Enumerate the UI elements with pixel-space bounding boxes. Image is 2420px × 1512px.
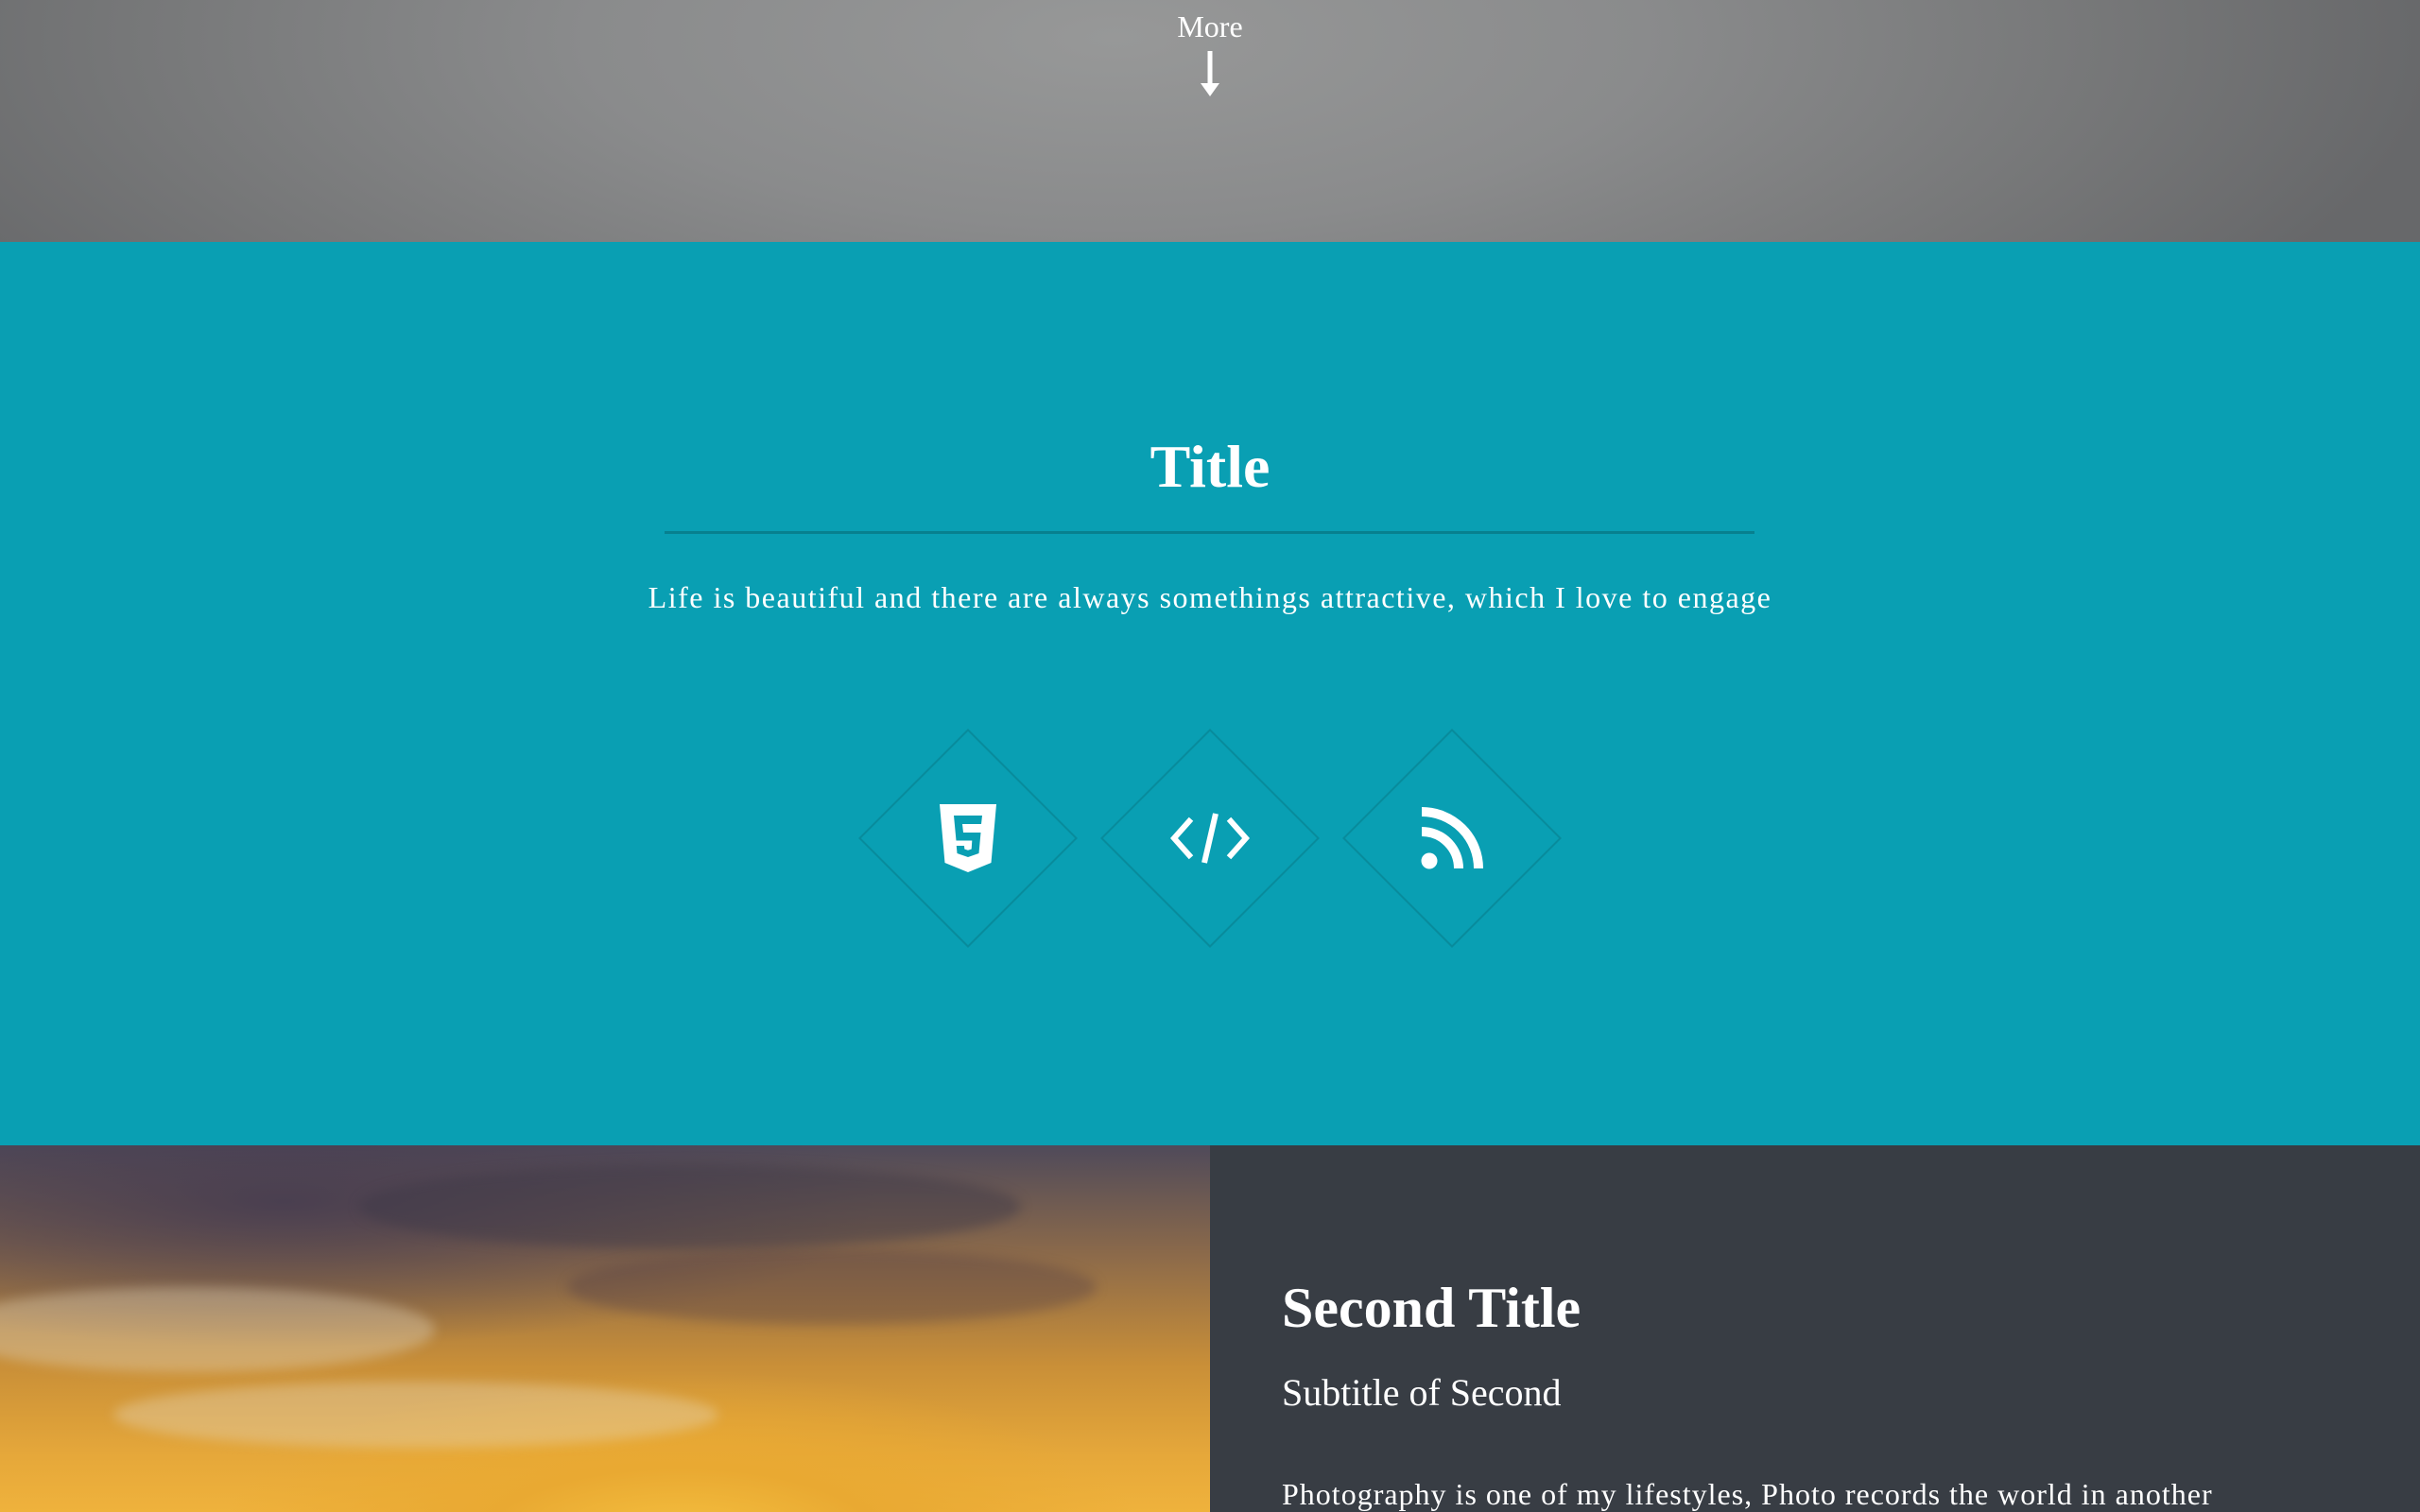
cloud-shape: [0, 1287, 435, 1372]
intro-section: Title Life is beautiful and there are al…: [0, 242, 2420, 1145]
more-link[interactable]: More: [1115, 6, 1305, 110]
rss-icon: [1421, 807, 1483, 869]
code-icon: [1170, 813, 1250, 864]
intro-title: Title: [1150, 433, 1270, 500]
code-feature[interactable]: [1100, 729, 1320, 948]
spotlight-subtitle: Subtitle of Second: [1282, 1371, 1562, 1414]
rss-feature[interactable]: [1342, 729, 1562, 948]
intro-divider: [665, 531, 1754, 534]
cloud-shape: [567, 1249, 1097, 1325]
intro-text: Life is beautiful and there are always s…: [648, 580, 1772, 614]
sunset-sky-photo: [0, 1145, 1210, 1512]
html5-feature[interactable]: [858, 729, 1078, 948]
more-label: More: [1177, 9, 1243, 43]
spotlight-section: Second Title Subtitle of Second Photogra…: [0, 1145, 2420, 1512]
spotlight-text: Photography is one of my lifestyles, Pho…: [1282, 1477, 2213, 1511]
cloud-shape: [113, 1382, 718, 1448]
arrow-down-icon: [1201, 51, 1219, 96]
feature-icons: [0, 729, 2420, 974]
spotlight-panel: Second Title Subtitle of Second Photogra…: [1210, 1145, 2420, 1512]
spotlight-title: Second Title: [1282, 1277, 1582, 1339]
hero-banner: More: [0, 0, 2420, 242]
html5-icon: [940, 804, 996, 872]
page: More Title Life is beautiful and there a…: [0, 0, 2420, 1512]
cloud-shape: [359, 1164, 1021, 1249]
